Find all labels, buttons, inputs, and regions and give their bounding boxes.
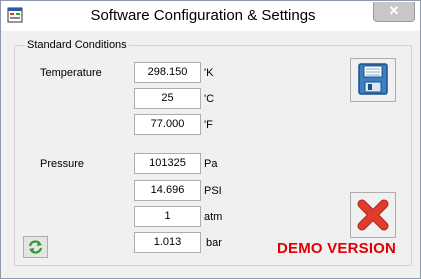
- pressure-atm-field[interactable]: 1: [134, 206, 201, 227]
- green-refresh-icon: [28, 240, 43, 254]
- bar-unit: bar: [206, 237, 222, 249]
- save-button[interactable]: [350, 58, 396, 102]
- pressure-pa-field[interactable]: 101325: [134, 153, 201, 174]
- temperature-kelvin-field[interactable]: 298.150: [134, 62, 201, 83]
- atm-unit: atm: [204, 211, 223, 223]
- refresh-button[interactable]: [23, 236, 48, 258]
- pressure-bar-field[interactable]: 1.013: [134, 232, 201, 253]
- temperature-celsius-field[interactable]: 25: [134, 88, 201, 109]
- fahrenheit-unit: 'F: [204, 119, 213, 131]
- temperature-label: Temperature: [40, 67, 102, 79]
- close-button[interactable]: ✕: [373, 2, 415, 22]
- celsius-unit: 'C: [204, 93, 215, 105]
- demo-version-label: DEMO VERSION: [277, 240, 397, 257]
- pressure-psi-field[interactable]: 14.696: [134, 180, 201, 201]
- temperature-fahrenheit-field[interactable]: 77.000: [134, 114, 201, 135]
- pa-unit: Pa: [204, 158, 218, 170]
- psi-unit: PSI: [204, 185, 222, 197]
- group-label: Standard Conditions: [25, 39, 129, 51]
- close-x-icon: ✕: [388, 3, 400, 18]
- cancel-button[interactable]: [350, 192, 396, 238]
- floppy-disk-icon: [358, 63, 388, 95]
- config-window: Software Configuration & Settings ✕ Stan…: [0, 0, 421, 279]
- window-title: Software Configuration & Settings: [90, 7, 316, 24]
- title-bar: Software Configuration & Settings ✕: [1, 1, 420, 31]
- pressure-label: Pressure: [40, 158, 85, 170]
- red-x-icon: [357, 199, 389, 231]
- kelvin-unit: 'K: [204, 67, 214, 79]
